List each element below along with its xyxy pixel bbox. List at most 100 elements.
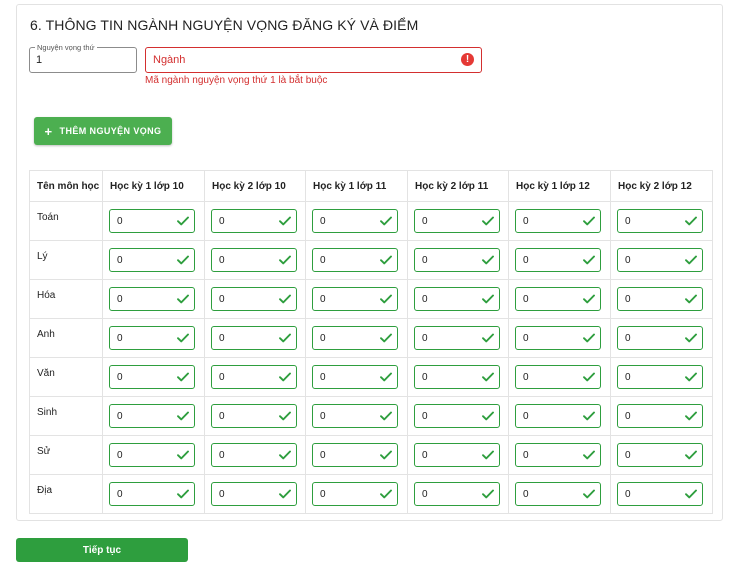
score-input[interactable]: 0 bbox=[617, 209, 703, 233]
score-value: 0 bbox=[117, 489, 123, 500]
score-input[interactable]: 0 bbox=[414, 365, 500, 389]
wish-number-field[interactable]: Nguyện vọng thứ bbox=[29, 43, 137, 73]
column-header: Tên môn học bbox=[29, 170, 103, 202]
table-row: Sử 0 0 0 0 0 0 bbox=[29, 435, 713, 475]
score-value: 0 bbox=[625, 294, 631, 305]
score-input[interactable]: 0 bbox=[617, 326, 703, 350]
score-cell: 0 bbox=[508, 435, 611, 475]
score-input[interactable]: 0 bbox=[515, 443, 601, 467]
score-value: 0 bbox=[625, 216, 631, 227]
score-value: 0 bbox=[422, 333, 428, 344]
score-input[interactable]: 0 bbox=[312, 443, 398, 467]
score-cell: 0 bbox=[305, 396, 408, 436]
score-cell: 0 bbox=[407, 318, 509, 358]
score-cell: 0 bbox=[204, 201, 306, 241]
score-input[interactable]: 0 bbox=[312, 365, 398, 389]
score-input[interactable]: 0 bbox=[211, 404, 297, 428]
wish-number-input[interactable] bbox=[36, 54, 126, 66]
score-input[interactable]: 0 bbox=[414, 209, 500, 233]
score-input[interactable]: 0 bbox=[515, 482, 601, 506]
score-input[interactable]: 0 bbox=[515, 209, 601, 233]
score-input[interactable]: 0 bbox=[515, 326, 601, 350]
score-cell: 0 bbox=[204, 396, 306, 436]
score-value: 0 bbox=[625, 372, 631, 383]
score-input[interactable]: 0 bbox=[414, 404, 500, 428]
score-cell: 0 bbox=[305, 474, 408, 514]
score-input[interactable]: 0 bbox=[109, 248, 195, 272]
column-header: Học kỳ 2 lớp 10 bbox=[204, 170, 306, 202]
continue-button[interactable]: Tiếp tục bbox=[16, 538, 188, 562]
score-input[interactable]: 0 bbox=[515, 404, 601, 428]
score-input[interactable]: 0 bbox=[109, 404, 195, 428]
score-value: 0 bbox=[422, 216, 428, 227]
score-input[interactable]: 0 bbox=[312, 287, 398, 311]
score-input[interactable]: 0 bbox=[312, 404, 398, 428]
table-row: Địa 0 0 0 0 0 0 bbox=[29, 474, 713, 514]
subject-name: Hóa bbox=[29, 279, 103, 319]
score-cell: 0 bbox=[204, 240, 306, 280]
major-field[interactable]: ! bbox=[145, 47, 482, 73]
score-input[interactable]: 0 bbox=[109, 287, 195, 311]
score-input[interactable]: 0 bbox=[211, 209, 297, 233]
score-input[interactable]: 0 bbox=[414, 248, 500, 272]
score-input[interactable]: 0 bbox=[109, 365, 195, 389]
score-cell: 0 bbox=[610, 318, 713, 358]
subject-name: Địa bbox=[29, 474, 103, 514]
score-input[interactable]: 0 bbox=[617, 365, 703, 389]
score-cell: 0 bbox=[204, 279, 306, 319]
score-input[interactable]: 0 bbox=[617, 482, 703, 506]
score-input[interactable]: 0 bbox=[414, 326, 500, 350]
score-input[interactable]: 0 bbox=[515, 365, 601, 389]
score-input[interactable]: 0 bbox=[312, 248, 398, 272]
score-value: 0 bbox=[422, 255, 428, 266]
score-value: 0 bbox=[219, 489, 225, 500]
score-value: 0 bbox=[219, 372, 225, 383]
score-input[interactable]: 0 bbox=[109, 482, 195, 506]
score-input[interactable]: 0 bbox=[414, 443, 500, 467]
score-input[interactable]: 0 bbox=[617, 404, 703, 428]
subject-name: Lý bbox=[29, 240, 103, 280]
score-value: 0 bbox=[219, 450, 225, 461]
score-input[interactable]: 0 bbox=[414, 482, 500, 506]
score-value: 0 bbox=[219, 411, 225, 422]
score-input[interactable]: 0 bbox=[515, 287, 601, 311]
score-cell: 0 bbox=[407, 201, 509, 241]
score-input[interactable]: 0 bbox=[312, 209, 398, 233]
score-input[interactable]: 0 bbox=[211, 365, 297, 389]
score-input[interactable]: 0 bbox=[211, 287, 297, 311]
add-wish-label: THÊM NGUYỆN VỌNG bbox=[59, 126, 162, 136]
major-input[interactable] bbox=[153, 54, 453, 66]
score-input[interactable]: 0 bbox=[109, 443, 195, 467]
score-cell: 0 bbox=[102, 318, 205, 358]
score-value: 0 bbox=[117, 333, 123, 344]
score-value: 0 bbox=[523, 294, 529, 305]
score-input[interactable]: 0 bbox=[414, 287, 500, 311]
score-input[interactable]: 0 bbox=[211, 326, 297, 350]
score-input[interactable]: 0 bbox=[211, 443, 297, 467]
score-cell: 0 bbox=[102, 279, 205, 319]
add-wish-button[interactable]: + THÊM NGUYỆN VỌNG bbox=[34, 117, 172, 145]
score-input[interactable]: 0 bbox=[617, 443, 703, 467]
score-value: 0 bbox=[320, 411, 326, 422]
score-input[interactable]: 0 bbox=[211, 482, 297, 506]
score-cell: 0 bbox=[610, 474, 713, 514]
score-input[interactable]: 0 bbox=[109, 209, 195, 233]
score-value: 0 bbox=[523, 216, 529, 227]
table-header-row: Tên môn học Học kỳ 1 lớp 10 Học kỳ 2 lớp 1… bbox=[29, 170, 713, 202]
score-input[interactable]: 0 bbox=[617, 287, 703, 311]
score-cell: 0 bbox=[305, 357, 408, 397]
score-input[interactable]: 0 bbox=[515, 248, 601, 272]
grades-table: Tên môn học Học kỳ 1 lớp 10 Học kỳ 2 lớp 1… bbox=[29, 170, 713, 514]
major-error-text: Mã ngành nguyện vọng thứ 1 là bắt buộc bbox=[145, 75, 328, 86]
grades-table-body: Toán 0 0 0 0 0 0 Lý 0 0 0 0 0 0 Hóa 0 0 0 0 0 0 Anh 0 0 0 0 0 0 Văn 0… bbox=[29, 201, 713, 514]
score-input[interactable]: 0 bbox=[312, 482, 398, 506]
score-input[interactable]: 0 bbox=[617, 248, 703, 272]
score-input[interactable]: 0 bbox=[312, 326, 398, 350]
score-input[interactable]: 0 bbox=[211, 248, 297, 272]
table-row: Văn 0 0 0 0 0 0 bbox=[29, 357, 713, 397]
score-value: 0 bbox=[422, 294, 428, 305]
column-header: Học kỳ 2 lớp 12 bbox=[610, 170, 713, 202]
score-input[interactable]: 0 bbox=[109, 326, 195, 350]
score-cell: 0 bbox=[204, 435, 306, 475]
score-cell: 0 bbox=[305, 201, 408, 241]
